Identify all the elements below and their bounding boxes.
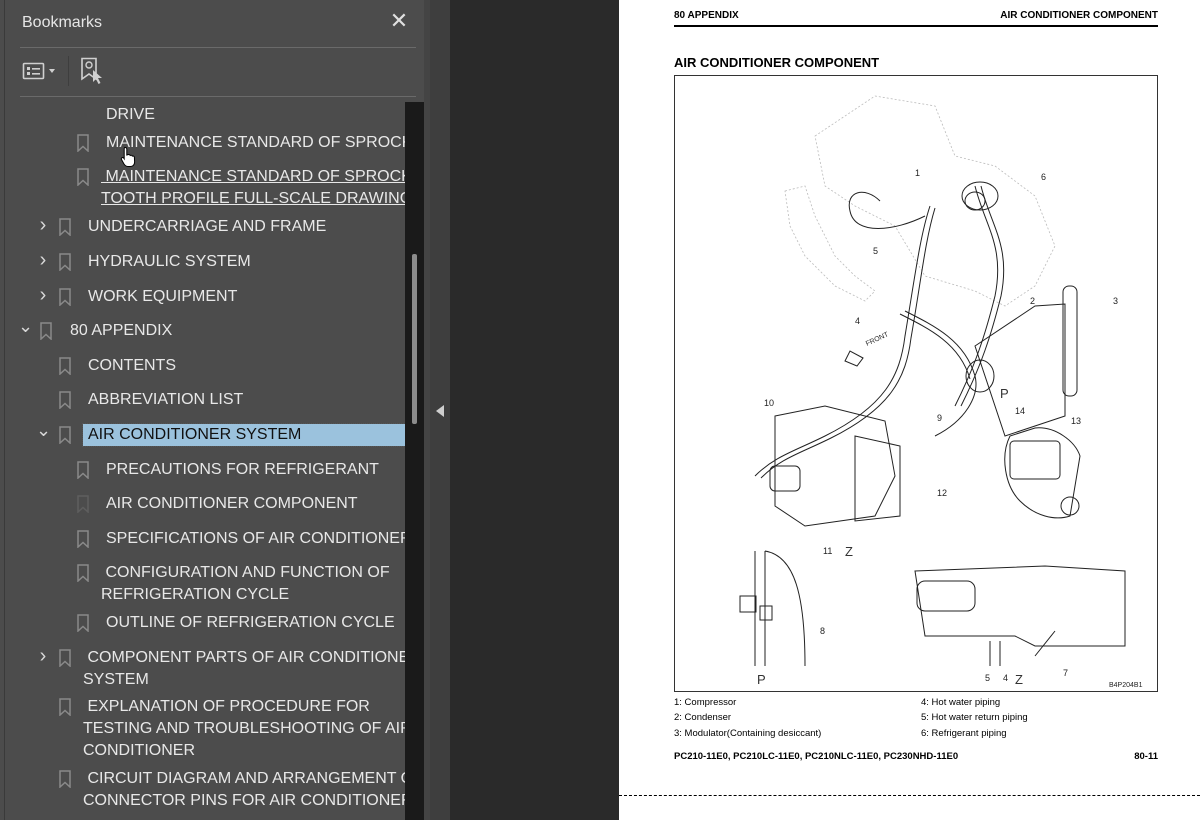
divider [20, 47, 416, 48]
callout-7: 7 [1063, 668, 1068, 678]
footer-page-number: 80-11 [1134, 751, 1158, 762]
bookmark-label: COMPONENT PARTS OF AIR CONDITIONER SYSTEM [83, 649, 405, 688]
callout-1: 1 [915, 168, 920, 178]
header-rule [674, 25, 1158, 27]
page-title: AIR CONDITIONER COMPONENT [674, 55, 880, 70]
bookmark-label: AIR CONDITIONER SYSTEM [82, 423, 405, 447]
bookmark-icon [77, 134, 89, 152]
callout-11: 11 [823, 546, 832, 556]
callout-14: 14 [1015, 406, 1025, 416]
chevron-down-icon[interactable]: ⌄ [36, 421, 51, 439]
bookmark-icon [59, 218, 71, 236]
list-options-icon [22, 62, 55, 80]
front-label: FRONT [865, 331, 890, 348]
chevron-right-icon[interactable]: › [36, 250, 50, 270]
bookmark-options-button[interactable] [22, 60, 62, 84]
bookmark-label: CONFIGURATION AND FUNCTION OF REFRIGERATI… [101, 564, 390, 603]
callout-5: 5 [873, 246, 878, 256]
legend-item: 2: Condenser [674, 712, 732, 723]
air-conditioner-component-figure: 1 2 3 4 5 6 7 8 9 10 11 12 13 14 5 4 FRO… [674, 75, 1158, 692]
document-page: 80 APPENDIX AIR CONDITIONER COMPONENT AI… [619, 0, 1200, 820]
bookmark-label: CIRCUIT DIAGRAM AND ARRANGEMENT OF CONNEC… [83, 770, 405, 809]
bookmark-label: 80 APPENDIX [70, 322, 173, 339]
bookmark-icon [59, 426, 71, 444]
bookmark-label: HYDRAULIC SYSTEM [88, 253, 251, 270]
bookmark-icon [59, 649, 71, 667]
legend-item: 4: Hot water piping [921, 697, 1001, 708]
scrollbar-track[interactable] [405, 102, 424, 820]
bookmark-label: EXPLANATION OF PROCEDURE FOR TESTING AND … [83, 698, 405, 759]
page-break-line [619, 795, 1200, 796]
bookmark-icon [59, 357, 71, 375]
chevron-right-icon[interactable]: › [36, 215, 50, 235]
figure-code: B4P204B1 [1109, 682, 1143, 689]
callout-8: 8 [820, 626, 825, 636]
scrollbar-thumb[interactable] [412, 254, 417, 424]
legend-item: 1: Compressor [674, 697, 737, 708]
find-current-bookmark-button[interactable] [80, 57, 106, 85]
callout-5b: 5 [985, 673, 990, 683]
bookmark-label: CONTENTS [88, 357, 176, 374]
hand-cursor-icon [120, 146, 136, 167]
legend-item: 3: Modulator(Containing desiccant) [674, 728, 822, 739]
view-label-p: P [1000, 386, 1009, 401]
bookmark-icon [59, 698, 71, 716]
chevron-down-icon[interactable]: ⌄ [18, 317, 33, 335]
callout-2: 2 [1030, 296, 1035, 306]
collapse-left-arrow-icon[interactable] [436, 405, 444, 417]
bookmark-icon [40, 322, 52, 340]
callout-4: 4 [855, 316, 860, 326]
footer-models: PC210-11E0, PC210LC-11E0, PC210NLC-11E0,… [674, 751, 959, 762]
bookmark-icon [59, 288, 71, 306]
legend-item: 5: Hot water return piping [921, 712, 1028, 723]
bookmark-icon [59, 770, 71, 788]
page-header-title: AIR CONDITIONER COMPONENT [1000, 10, 1158, 21]
bookmark-icon [77, 530, 89, 548]
view-label-z2: Z [1015, 672, 1023, 687]
bookmark-tree: DRIVE MAINTENANCE STANDARD OF SPROCKET MA… [0, 98, 405, 820]
bookmark-label: MAINTENANCE STANDARD OF SPROCKET [106, 134, 405, 151]
callout-6: 6 [1041, 172, 1046, 182]
page-header-section: 80 APPENDIX [674, 10, 739, 21]
bookmark-label: AIR CONDITIONER COMPONENT [106, 495, 358, 512]
bookmark-icon [59, 253, 71, 271]
bookmark-label: UNDERCARRIAGE AND FRAME [88, 218, 327, 235]
bookmark-label: DRIVE [106, 106, 155, 123]
bookmark-icon [59, 391, 71, 409]
callout-9: 9 [937, 413, 942, 423]
bookmark-icon [77, 564, 89, 582]
panel-title: Bookmarks [22, 14, 103, 31]
callout-4b: 4 [1003, 673, 1008, 683]
chevron-right-icon[interactable]: › [36, 285, 50, 305]
view-label-p2: P [757, 672, 766, 687]
bookmark-label: MAINTENANCE STANDARD OF SPROCKET TOOTH PR… [101, 168, 405, 207]
bookmark-label: SPECIFICATIONS OF AIR CONDITIONER [106, 530, 405, 547]
legend-item: 6: Refrigerant piping [921, 728, 1007, 739]
bookmarks-panel: Bookmarks ✕ DRIVE MAINTENANCE STANDARD OF… [0, 0, 424, 820]
bookmark-label: WORK EQUIPMENT [88, 288, 238, 305]
bookmark-label: ABBREVIATION LIST [88, 391, 244, 408]
bookmark-icon [77, 495, 89, 513]
find-bookmark-icon [81, 57, 102, 84]
bookmark-icon [77, 614, 89, 632]
bookmark-icon [77, 168, 89, 186]
callout-3: 3 [1113, 296, 1118, 306]
technical-illustration: 1 2 3 4 5 6 7 8 9 10 11 12 13 14 5 4 FRO… [739, 95, 1143, 689]
callout-13: 13 [1071, 416, 1081, 426]
callout-12: 12 [937, 488, 947, 498]
bookmark-label: PRECAUTIONS FOR REFRIGERANT [106, 461, 379, 478]
close-icon: ✕ [389, 9, 409, 34]
divider [20, 96, 416, 97]
view-label-z: Z [845, 544, 853, 559]
chevron-right-icon[interactable]: › [36, 646, 50, 666]
bookmark-icon [77, 461, 89, 479]
bookmark-label: OUTLINE OF REFRIGERATION CYCLE [106, 614, 395, 631]
toolbar-divider [68, 56, 69, 86]
callout-10: 10 [764, 398, 774, 408]
close-panel-button[interactable]: ✕ [388, 11, 410, 33]
